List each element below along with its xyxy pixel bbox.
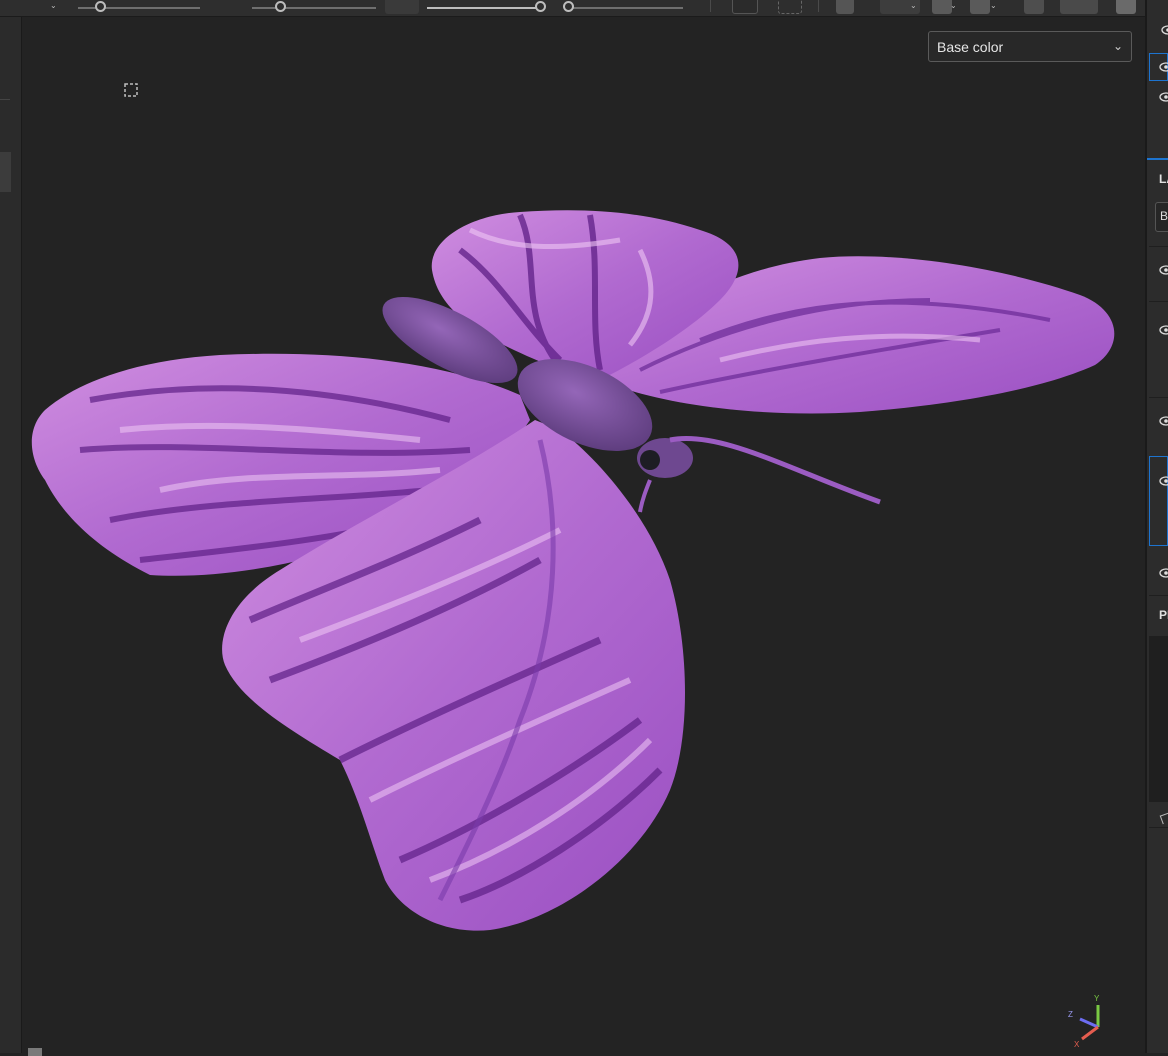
brush-hardness-slider-knob[interactable] xyxy=(563,1,574,12)
left-dock-scrollbar[interactable] xyxy=(0,152,11,192)
brush-size-slider-knob[interactable] xyxy=(95,1,106,12)
eye-icon[interactable] xyxy=(1159,325,1168,335)
axis-gizmo: Y Z X xyxy=(1068,994,1100,1049)
lighting-icon[interactable] xyxy=(1024,0,1044,14)
brush-opacity-slider[interactable] xyxy=(427,7,541,9)
butterfly-antenna xyxy=(669,435,881,505)
chevron-down-icon[interactable]: ⌄ xyxy=(910,2,917,10)
gizmo-z-label: Z xyxy=(1068,1010,1073,1019)
eye-icon[interactable] xyxy=(1159,265,1168,275)
brush-flow-slider[interactable] xyxy=(252,7,376,9)
gizmo-x-label: X xyxy=(1074,1040,1080,1049)
fit-view-button[interactable] xyxy=(778,0,802,14)
gizmo-y-label: Y xyxy=(1094,994,1100,1003)
layers-section-label: LA xyxy=(1159,172,1168,186)
blend-mode-field[interactable]: B xyxy=(1155,202,1168,232)
row-divider xyxy=(1149,300,1168,302)
chevron-down-icon[interactable]: ⌄ xyxy=(990,2,997,10)
brush-opacity-slider-knob[interactable] xyxy=(535,1,546,12)
row-divider xyxy=(1149,594,1168,596)
eye-icon[interactable] xyxy=(1161,25,1168,35)
properties-panel xyxy=(1149,636,1168,802)
brush-hardness-slider[interactable] xyxy=(567,7,683,9)
row-divider xyxy=(1149,245,1168,247)
chevron-down-icon[interactable]: ⌄ xyxy=(50,2,57,10)
cube-view-icon[interactable] xyxy=(932,0,952,14)
eye-icon[interactable] xyxy=(1159,476,1168,486)
row-divider xyxy=(1149,396,1168,398)
symmetry-button[interactable] xyxy=(732,0,758,14)
toolbar-separator xyxy=(818,0,819,12)
display-mode-icon[interactable] xyxy=(970,0,990,14)
butterfly-eye xyxy=(640,450,660,470)
toolbar-toggle-button[interactable] xyxy=(385,0,419,14)
chevron-down-icon: ⌄ xyxy=(1112,39,1123,53)
row-divider xyxy=(1149,826,1168,828)
brush-flow-slider-knob[interactable] xyxy=(275,1,286,12)
layer-row-active[interactable] xyxy=(1149,456,1168,546)
top-toolbar: ⌄ ⌄ ⌄ ⌄ xyxy=(0,0,1145,17)
butterfly-model[interactable] xyxy=(22,17,1145,1053)
paint-brush-button[interactable] xyxy=(1060,0,1098,14)
chevron-down-icon[interactable]: ⌄ xyxy=(950,2,957,10)
selection-marquee-icon[interactable] xyxy=(123,82,139,98)
screenshot-camera-icon[interactable] xyxy=(1116,0,1136,14)
dock-divider xyxy=(0,99,10,100)
eye-icon[interactable] xyxy=(1159,416,1168,426)
status-indicator xyxy=(28,1048,42,1056)
3d-viewport[interactable]: Base color ⌄ Y Z X xyxy=(22,17,1145,1053)
left-dock xyxy=(0,17,22,1053)
blend-mode-value: B xyxy=(1160,209,1168,223)
toolbar-separator xyxy=(710,0,711,12)
brush-tool-icon[interactable] xyxy=(1159,812,1168,825)
section-divider xyxy=(1147,158,1168,160)
channel-select[interactable]: Base color ⌄ xyxy=(928,31,1132,62)
right-dock: LA B PI xyxy=(1145,0,1168,1053)
eye-icon[interactable] xyxy=(1159,568,1168,578)
channel-select-value: Base color xyxy=(937,39,1004,55)
properties-section-label: PI xyxy=(1159,608,1168,622)
eye-icon[interactable] xyxy=(1159,92,1168,102)
layout-icon[interactable] xyxy=(836,0,854,14)
eye-icon[interactable] xyxy=(1159,62,1168,72)
